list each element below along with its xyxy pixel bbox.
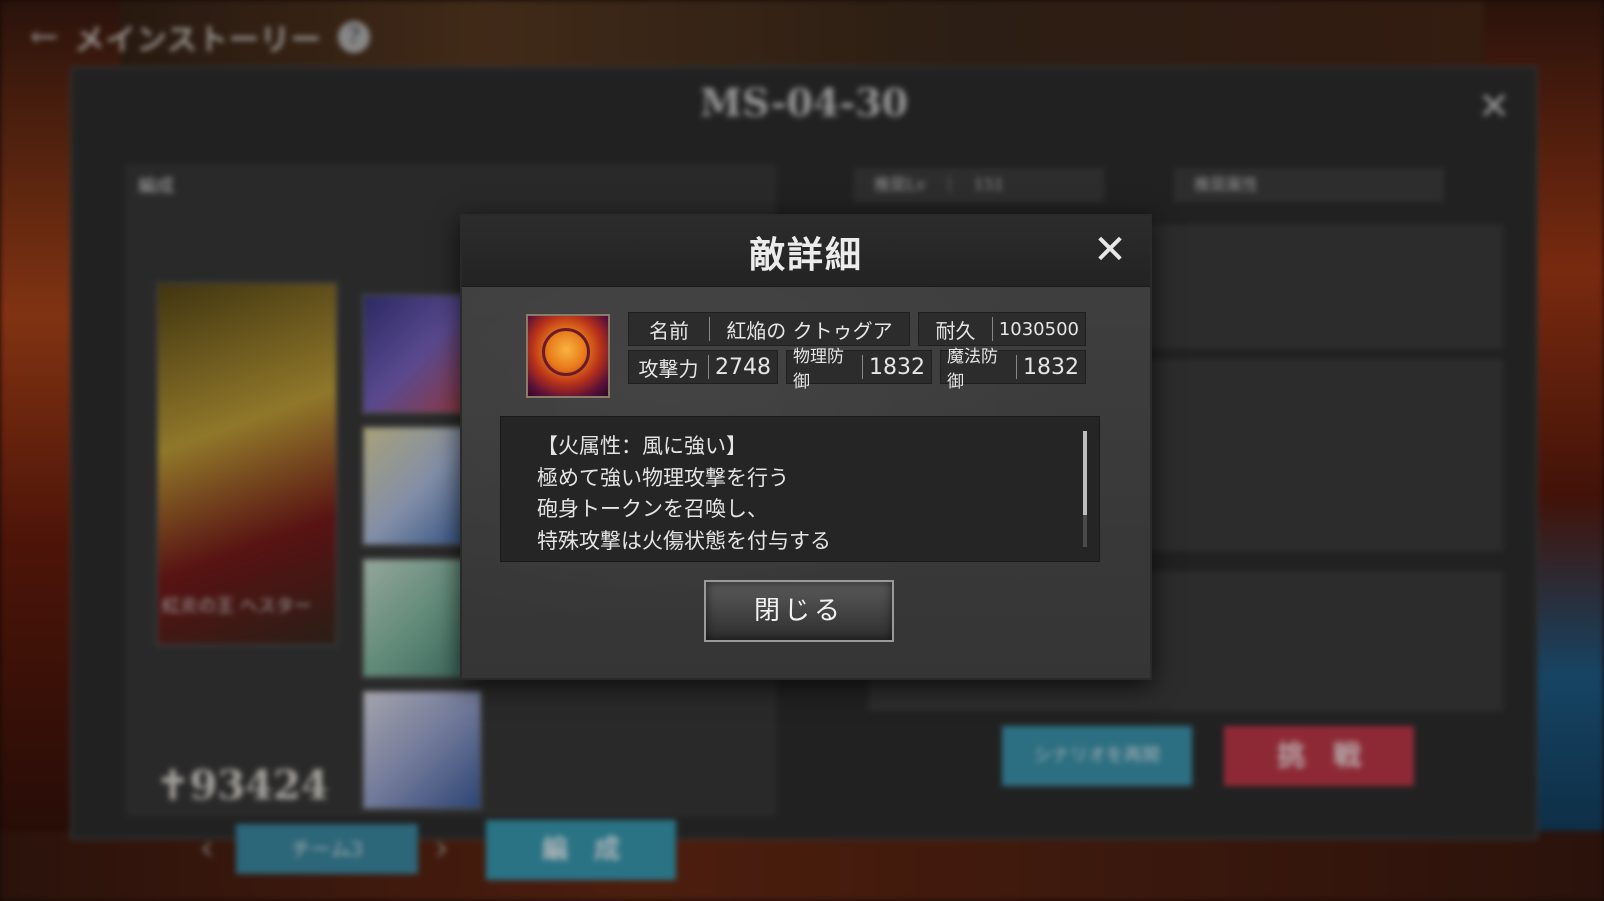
enemy-detail-modal: 敵詳細 ✕ 名前 紅焔の クトゥグア 耐久 1030500 攻撃力 2748 物… bbox=[460, 214, 1152, 680]
stat-value: 1030500 bbox=[998, 318, 1079, 340]
close-icon[interactable]: ✕ bbox=[1088, 228, 1132, 272]
stat-attack: 攻撃力 2748 bbox=[628, 350, 778, 384]
description-scrollbar[interactable] bbox=[1083, 431, 1087, 547]
enemy-portrait-icon bbox=[526, 314, 610, 398]
stat-label: 名前 bbox=[649, 318, 689, 343]
enemy-description-box[interactable]: 【火属性：風に強い】 極めて強い物理攻撃を行う 砲身トークンを召喚し、 特殊攻撃… bbox=[500, 416, 1100, 562]
description-line: 砲身トークンを召喚し、 bbox=[537, 497, 768, 521]
stat-name: 名前 紅焔の クトゥグア bbox=[628, 312, 910, 346]
description-line: 極めて強い物理攻撃を行う bbox=[537, 465, 789, 490]
stat-value: 1832 bbox=[869, 354, 925, 380]
stat-value: 2748 bbox=[715, 354, 771, 380]
stat-magic-defense: 魔法防御 1832 bbox=[940, 347, 1086, 392]
description-line: 【火属性：風に強い】 bbox=[537, 434, 747, 458]
stat-hp: 耐久 1030500 bbox=[918, 312, 1086, 346]
enemy-portrait-ring bbox=[542, 328, 590, 376]
description-line: 特殊攻撃は火傷状態を付与する bbox=[537, 528, 831, 553]
stat-value: 1832 bbox=[1023, 354, 1079, 380]
modal-title: 敵詳細 bbox=[748, 234, 863, 276]
close-button[interactable]: 閉じる bbox=[704, 580, 894, 642]
stat-label: 攻撃力 bbox=[638, 356, 699, 381]
modal-header: 敵詳細 ✕ bbox=[462, 216, 1150, 287]
enemy-name: 紅焔の クトゥグア bbox=[726, 318, 893, 343]
stat-label: 耐久 bbox=[935, 318, 976, 343]
stat-physical-defense: 物理防御 1832 bbox=[786, 347, 932, 392]
scrollbar-thumb[interactable] bbox=[1083, 431, 1087, 515]
enemy-description: 【火属性：風に強い】 極めて強い物理攻撃を行う 砲身トークンを召喚し、 特殊攻撃… bbox=[537, 431, 831, 557]
stat-label: 魔法防御 bbox=[947, 347, 998, 392]
stat-label: 物理防御 bbox=[793, 347, 844, 392]
